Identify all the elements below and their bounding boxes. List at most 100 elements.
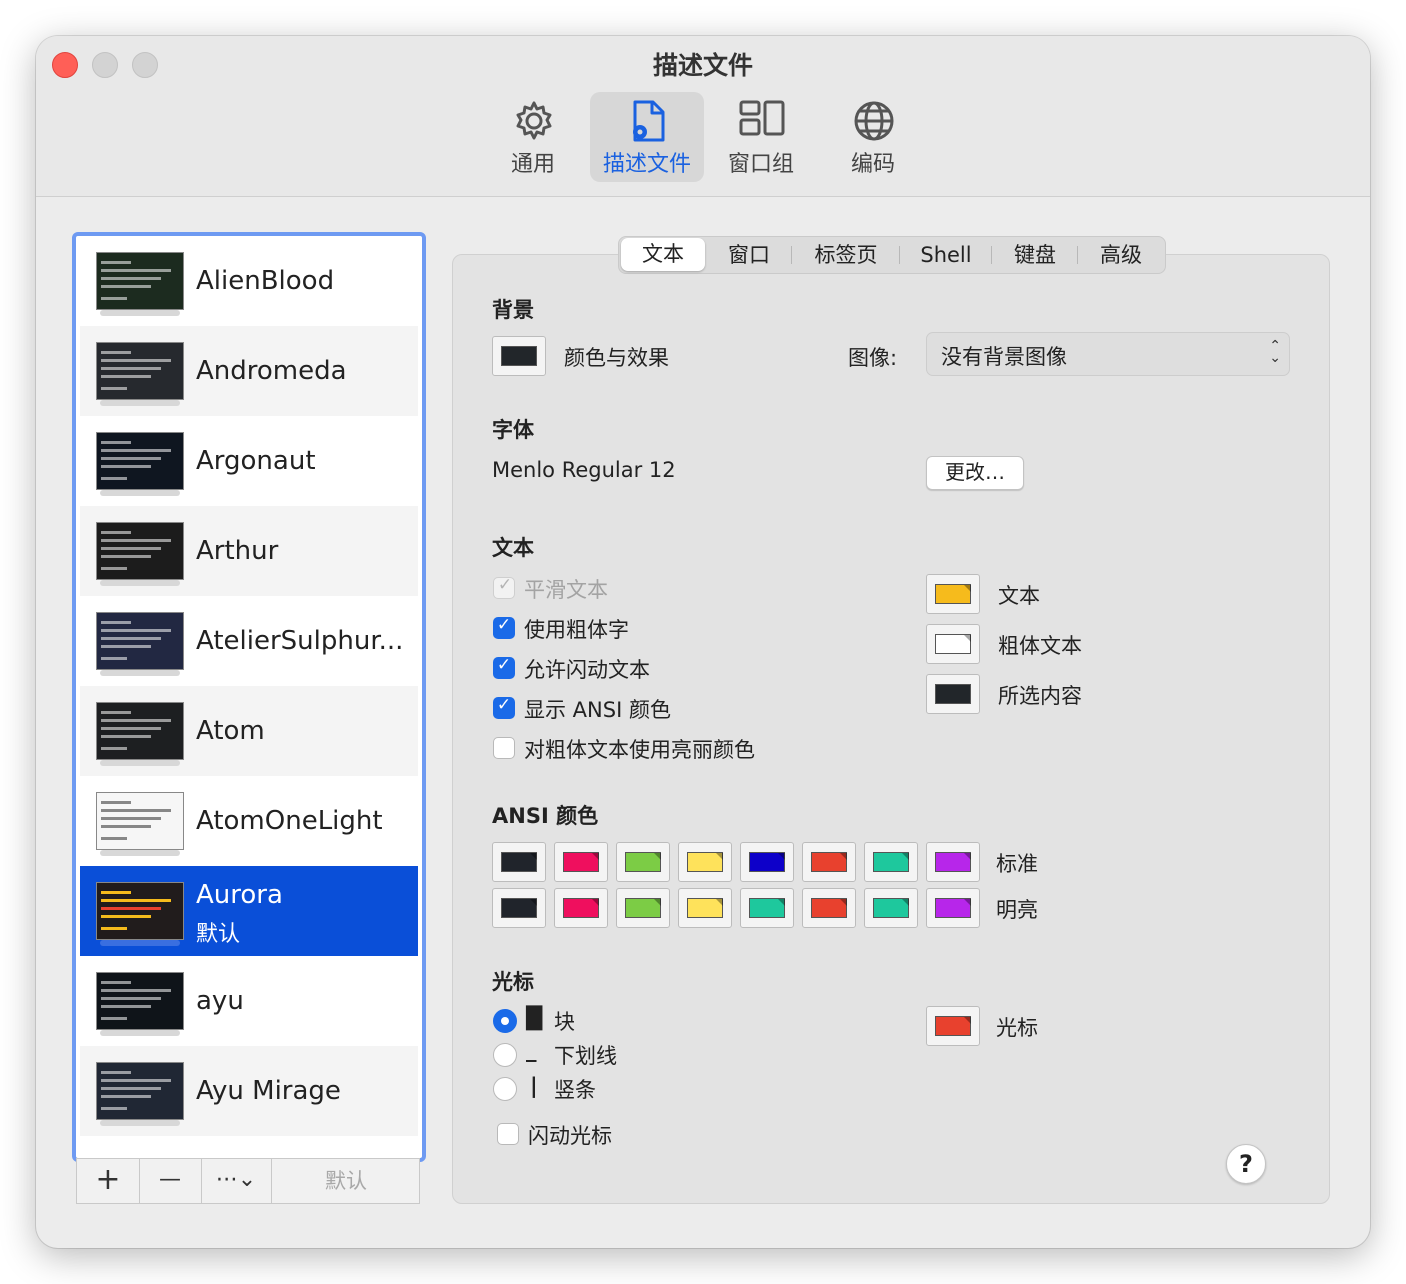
profile-preview-thumbnail: [96, 252, 184, 310]
ansi-normal-color-well-4[interactable]: [740, 842, 794, 882]
display-ansi-colors-label: 显示 ANSI 颜色: [524, 698, 671, 722]
ansi-bright-color-well-4[interactable]: [740, 888, 794, 928]
background-heading: 背景: [492, 298, 534, 322]
ansi-bright-color-well-7[interactable]: [926, 888, 980, 928]
allow-blinking-text-label: 允许闪动文本: [524, 658, 650, 682]
tab-advanced[interactable]: 高级: [1079, 237, 1163, 273]
image-label: 图像:: [848, 346, 898, 370]
allow-blinking-text-checkbox[interactable]: ✓: [493, 655, 515, 679]
tab-shell[interactable]: Shell: [901, 237, 991, 273]
cursor-color-label: 光标: [996, 1016, 1038, 1040]
background-color-well[interactable]: [492, 336, 546, 376]
change-font-button[interactable]: 更改…: [926, 456, 1024, 490]
cursor-bar-glyph: |: [530, 1074, 538, 1098]
blink-cursor-checkbox[interactable]: [497, 1123, 519, 1145]
bright-bold-colors-checkbox[interactable]: [493, 737, 515, 759]
gear-icon: [516, 101, 552, 140]
ansi-normal-color-well-1[interactable]: [554, 842, 608, 882]
cursor-heading: 光标: [492, 970, 534, 994]
cursor-color-well[interactable]: [926, 1006, 980, 1046]
profile-row[interactable]: Atom: [80, 686, 418, 776]
profile-preview-thumbnail: [96, 1062, 184, 1120]
ansi-bright-color-well-2[interactable]: [616, 888, 670, 928]
ansi-normal-color-well-3[interactable]: [678, 842, 732, 882]
tab-window[interactable]: 窗口: [707, 237, 791, 273]
profile-preview-thumbnail: [96, 972, 184, 1030]
toolbar-encodings-label: 编码: [850, 152, 895, 177]
toolbar-profiles-label: 描述文件: [602, 152, 691, 177]
profile-name: AtelierSulphur...: [196, 626, 404, 656]
toolbar-general[interactable]: 通用: [476, 92, 590, 182]
use-bold-fonts-checkbox[interactable]: ✓: [493, 615, 515, 639]
profile-preview-thumbnail: [96, 792, 184, 850]
profile-list-toolbar: + — ⋯⌄ 默认: [76, 1158, 420, 1204]
profile-preview-thumbnail: [96, 882, 184, 940]
cursor-underline-radio[interactable]: [493, 1043, 517, 1067]
profile-row[interactable]: AtelierSulphur...: [80, 596, 418, 686]
set-default-button[interactable]: 默认: [273, 1159, 419, 1203]
help-button[interactable]: ?: [1226, 1144, 1266, 1184]
cursor-bar-radio[interactable]: [493, 1077, 517, 1101]
toolbar-profiles[interactable]: 描述文件: [590, 92, 704, 182]
ansi-bright-color-well-3[interactable]: [678, 888, 732, 928]
profile-name: Argonaut: [196, 446, 316, 476]
bold-text-color-well[interactable]: [926, 624, 980, 664]
tab-tabs[interactable]: 标签页: [793, 237, 899, 273]
ansi-normal-color-well-2[interactable]: [616, 842, 670, 882]
use-bold-fonts-label: 使用粗体字: [524, 618, 629, 642]
profile-row[interactable]: AlienBlood: [80, 236, 418, 326]
cursor-block-radio[interactable]: [493, 1009, 517, 1033]
profile-list[interactable]: AlienBlood Andromeda Argonaut Arthur Ate…: [72, 232, 426, 1162]
ansi-normal-label: 标准: [996, 852, 1038, 876]
profile-preview-thumbnail: [96, 612, 184, 670]
profile-row[interactable]: Ayu Mirage: [80, 1046, 418, 1136]
background-image-popup[interactable]: 没有背景图像 ⌃ ⌄: [926, 332, 1290, 376]
profile-row[interactable]: AtomOneLight: [80, 776, 418, 866]
tab-keyboard[interactable]: 键盘: [993, 237, 1077, 273]
profile-row[interactable]: Arthur: [80, 506, 418, 596]
globe-icon: [854, 101, 894, 141]
ansi-bright-color-well-1[interactable]: [554, 888, 608, 928]
more-actions-menu-button[interactable]: ⋯⌄: [201, 1159, 272, 1203]
chevron-updown-icon: ⌃ ⌄: [1269, 338, 1281, 366]
toolbar-encodings[interactable]: 编码: [816, 92, 930, 182]
font-heading: 字体: [492, 418, 534, 442]
ansi-bright-color-well-6[interactable]: [864, 888, 918, 928]
cursor-bar-label: 竖条: [554, 1078, 596, 1102]
ansi-normal-color-well-0[interactable]: [492, 842, 546, 882]
profile-row[interactable]: Argonaut: [80, 416, 418, 506]
remove-profile-button[interactable]: —: [139, 1159, 202, 1203]
ansi-normal-color-well-6[interactable]: [864, 842, 918, 882]
profile-preview-thumbnail: [96, 702, 184, 760]
tab-text[interactable]: 文本: [621, 238, 705, 271]
text-color-well[interactable]: [926, 574, 980, 614]
profile-row[interactable]: Andromeda: [80, 326, 418, 416]
ansi-colors-heading: ANSI 颜色: [492, 804, 599, 828]
profile-name: Atom: [196, 716, 265, 746]
profile-name: Arthur: [196, 536, 279, 566]
ansi-bright-color-well-5[interactable]: [802, 888, 856, 928]
display-ansi-colors-checkbox[interactable]: ✓: [493, 695, 515, 719]
ansi-normal-color-well-5[interactable]: [802, 842, 856, 882]
ansi-bright-color-well-0[interactable]: [492, 888, 546, 928]
cursor-block-label: 块: [554, 1010, 575, 1034]
selection-color-label: 所选内容: [998, 684, 1082, 708]
profile-name: ayu: [196, 986, 244, 1016]
ansi-normal-color-well-7[interactable]: [926, 842, 980, 882]
add-profile-button[interactable]: +: [77, 1159, 140, 1203]
profile-preview-thumbnail: [96, 342, 184, 400]
smooth-text-label: 平滑文本: [524, 578, 608, 602]
selection-color-well[interactable]: [926, 674, 980, 714]
profile-name: Aurora: [196, 880, 283, 910]
profile-row-selected[interactable]: Aurora 默认: [80, 866, 418, 956]
profile-preview-thumbnail: [96, 432, 184, 490]
font-value: Menlo Regular 12: [492, 458, 676, 482]
profile-name: Ayu Mirage: [196, 1076, 341, 1106]
toolbar-general-label: 通用: [510, 152, 555, 177]
cursor-underline-glyph: _: [526, 1038, 537, 1062]
profile-name: AlienBlood: [196, 266, 335, 296]
toolbar-window-groups[interactable]: 窗口组: [704, 92, 818, 182]
text-heading: 文本: [492, 536, 534, 560]
checkmark-icon: ✓: [497, 575, 513, 595]
profile-row[interactable]: ayu: [80, 956, 418, 1046]
